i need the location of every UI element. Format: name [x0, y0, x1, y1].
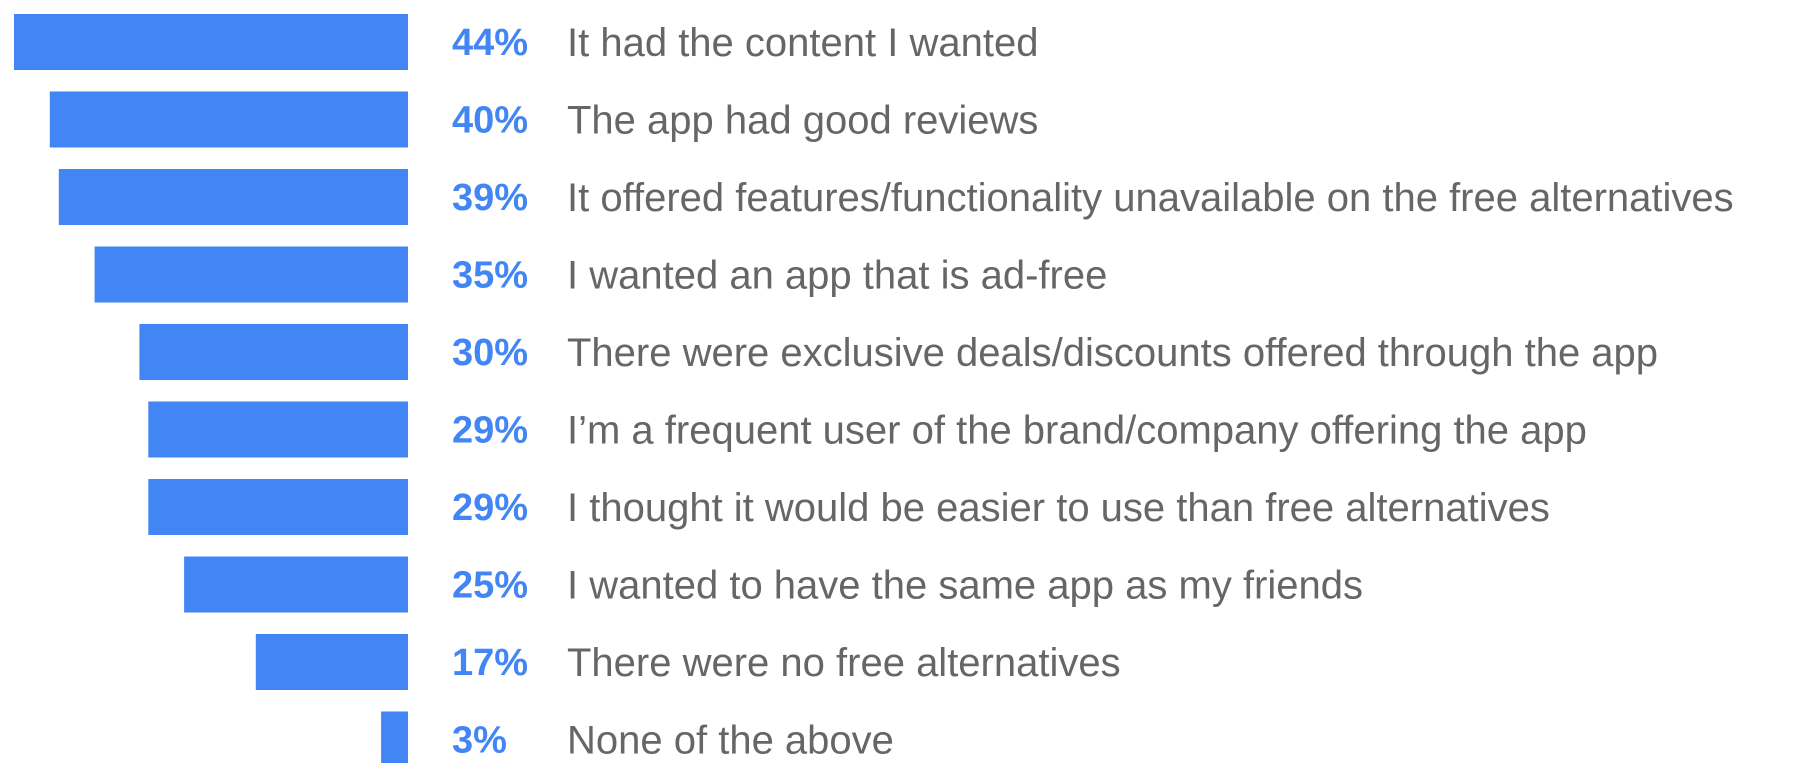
bar-chart: 44% It had the content I wanted 40% The app… [0, 0, 1804, 763]
category-label-2: It offered features/functionality unavai… [567, 176, 1734, 220]
value-label-7: 25% [452, 565, 528, 607]
value-label-2: 39% [452, 177, 528, 219]
value-label-4: 30% [452, 332, 528, 374]
bar-1 [49, 91, 409, 148]
bar-6 [148, 479, 409, 535]
value-label-9: 3% [452, 720, 507, 762]
category-label-4: There were exclusive deals/discounts off… [567, 331, 1658, 375]
bar-5 [148, 401, 409, 458]
chart-canvas: 44% It had the content I wanted 40% The app… [14, 14, 1734, 763]
value-label-1: 40% [452, 100, 528, 142]
value-label-0: 44% [452, 22, 528, 64]
category-label-6: I thought it would be easier to use than… [567, 486, 1550, 530]
category-label-5: I’m a frequent user of the brand/company… [567, 409, 1587, 453]
bar-9 [381, 711, 408, 763]
category-label-3: I wanted an app that is ad-free [567, 254, 1107, 298]
value-label-5: 29% [452, 410, 528, 452]
category-label-0: It had the content I wanted [567, 21, 1038, 65]
bar-3 [94, 246, 408, 303]
bar-4 [139, 324, 408, 380]
bar-2 [58, 169, 409, 225]
bar-7 [184, 556, 408, 613]
category-label-1: The app had good reviews [567, 99, 1038, 143]
category-label-9: None of the above [567, 719, 894, 763]
category-label-7: I wanted to have the same app as my frie… [567, 564, 1363, 608]
value-label-3: 35% [452, 255, 528, 297]
bar-0 [14, 14, 408, 70]
bar-8 [255, 634, 408, 690]
value-label-8: 17% [452, 642, 528, 684]
category-label-8: There were no free alternatives [567, 641, 1121, 685]
value-label-6: 29% [452, 487, 528, 529]
